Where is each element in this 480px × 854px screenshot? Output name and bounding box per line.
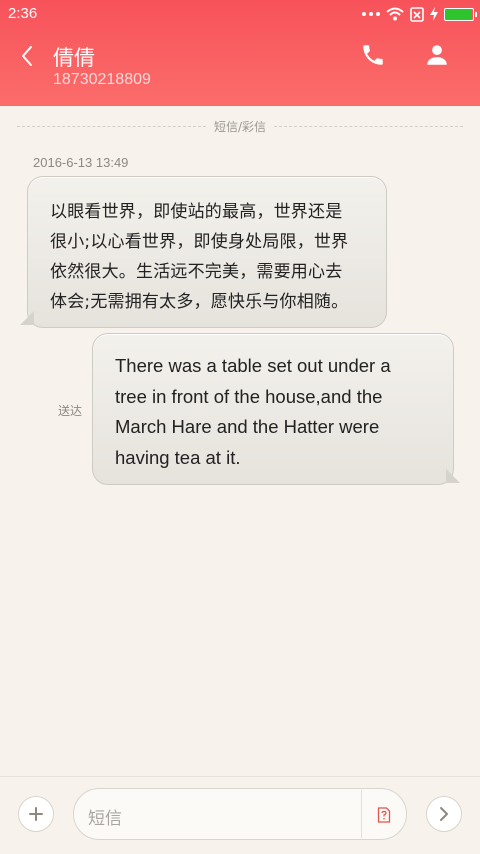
message-line: 依然很大。生活远不完美，需要用心去 [50,262,343,282]
back-arrow-icon [22,46,32,66]
incoming-bubble-tail [20,311,34,325]
person-icon [427,45,447,65]
send-button[interactable] [426,796,462,832]
message-timestamp: 2016-6-13 13:49 [33,155,129,170]
status-icons [362,5,477,23]
contact-info-button[interactable] [424,42,450,68]
outgoing-message-text: There was a table set out under a tree i… [115,351,431,473]
message-line: March Hare and the Hatter were [115,416,380,437]
chevron-right-icon [440,807,448,821]
wifi-icon [386,7,404,21]
incoming-message-text: 以眼看世界，即使站的最高，世界还是 很小;以心看世界，即使身处局限，世界 依然很… [50,197,364,317]
status-time: 2:36 [8,5,38,22]
incoming-message-bubble[interactable]: 以眼看世界，即使站的最高，世界还是 很小;以心看世界，即使身处局限，世界 依然很… [27,176,387,328]
outgoing-bubble-tail [446,469,460,483]
input-separator [361,790,362,838]
header: 2:36 倩倩 18730218809 [0,0,480,106]
battery-icon [444,7,477,21]
call-button[interactable] [360,42,386,68]
back-button[interactable] [14,40,40,72]
delivery-status: 送达 [58,404,83,418]
sim-card-icon [377,807,391,823]
battery-level [446,9,472,19]
contact-number: 18730218809 [53,71,151,88]
message-input[interactable]: 短信 [73,788,407,840]
plus-icon [29,807,43,821]
sim-select-button[interactable] [370,803,398,827]
phone-icon [363,45,383,65]
message-line: 很小;以心看世界，即使身处局限，世界 [50,232,349,252]
message-line: 以眼看世界，即使站的最高，世界还是 [50,202,343,222]
charging-icon [430,7,438,21]
signal-dots-icon [362,12,380,16]
divider-line-right [274,125,464,127]
message-line: tree in front of the house,and the [115,385,383,407]
status-bar: 2:36 [0,0,480,28]
message-input-placeholder: 短信 [88,809,122,829]
contact-name: 倩倩 [53,46,95,70]
attach-button[interactable] [18,796,54,832]
message-type-label: 短信/彩信 [213,119,267,134]
message-line: There was a table set out under a [115,355,391,376]
divider-line-left [17,125,206,127]
thread-divider: 短信/彩信 [17,118,464,134]
message-line: having tea at it. [115,446,241,468]
message-line: 体会;无需拥有太多，愿快乐与你相随。 [50,292,349,312]
no-sim-icon [410,6,424,22]
outgoing-message-bubble[interactable]: There was a table set out under a tree i… [92,333,454,485]
